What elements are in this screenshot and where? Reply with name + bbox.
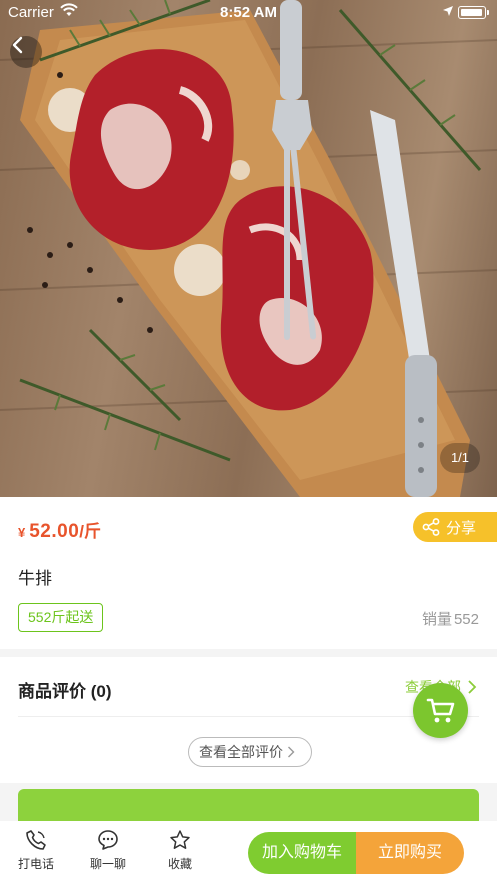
product-photo	[0, 0, 497, 497]
chat-label: 聊一聊	[89, 857, 126, 871]
location-arrow-icon	[443, 6, 453, 16]
product-price: ¥52.00/斤	[18, 517, 101, 543]
floating-cart-button[interactable]	[413, 683, 468, 738]
chevron-left-icon	[12, 36, 23, 54]
chevron-right-icon	[288, 746, 295, 758]
product-info-card: ¥52.00/斤 分享 牛排 552斤起送 销量 552	[0, 497, 497, 649]
chat-bubble-icon	[98, 830, 118, 850]
sales-number: 552	[453, 611, 479, 628]
bottom-action-bar: 打电话 聊一聊 收藏 加入购物车 立即购买	[0, 821, 497, 883]
call-button[interactable]: 打电话	[6, 829, 66, 872]
add-to-cart-button[interactable]: 加入购物车	[248, 832, 356, 874]
view-all-reviews-button[interactable]: 查看全部评价	[188, 737, 312, 767]
back-button[interactable]	[10, 36, 42, 68]
chat-button[interactable]: 聊一聊	[78, 829, 138, 872]
chevron-right-icon	[468, 680, 477, 694]
sales-count: 销量 552	[422, 608, 479, 629]
cart-icon	[426, 698, 454, 722]
view-all-reviews-label: 查看全部评价	[199, 744, 283, 760]
price-unit: /斤	[79, 522, 102, 541]
price-amount: 52.00	[29, 521, 80, 542]
share-button[interactable]: 分享	[413, 512, 497, 542]
clock: 8:52 AM	[220, 4, 277, 21]
reviews-title: 商品评价 (0)	[18, 682, 112, 701]
battery-icon	[458, 6, 489, 19]
share-label: 分享	[446, 519, 477, 537]
call-label: 打电话	[17, 857, 54, 871]
min-order-badge: 552斤起送	[18, 603, 104, 632]
divider	[18, 716, 479, 717]
currency-symbol: ¥	[18, 525, 26, 540]
star-icon	[170, 830, 190, 849]
status-bar: Carrier 8:52 AM	[0, 0, 497, 26]
buy-now-button[interactable]: 立即购买	[356, 832, 464, 874]
favorite-label: 收藏	[167, 857, 192, 871]
share-icon	[422, 518, 440, 536]
phone-icon	[26, 830, 46, 850]
product-name: 牛排	[18, 569, 52, 588]
image-pager: 1/1	[440, 443, 480, 473]
product-image-gallery[interactable]: Carrier 8:52 AM 1/1	[0, 0, 497, 497]
favorite-button[interactable]: 收藏	[150, 829, 210, 872]
sales-label: 销量	[421, 611, 452, 628]
